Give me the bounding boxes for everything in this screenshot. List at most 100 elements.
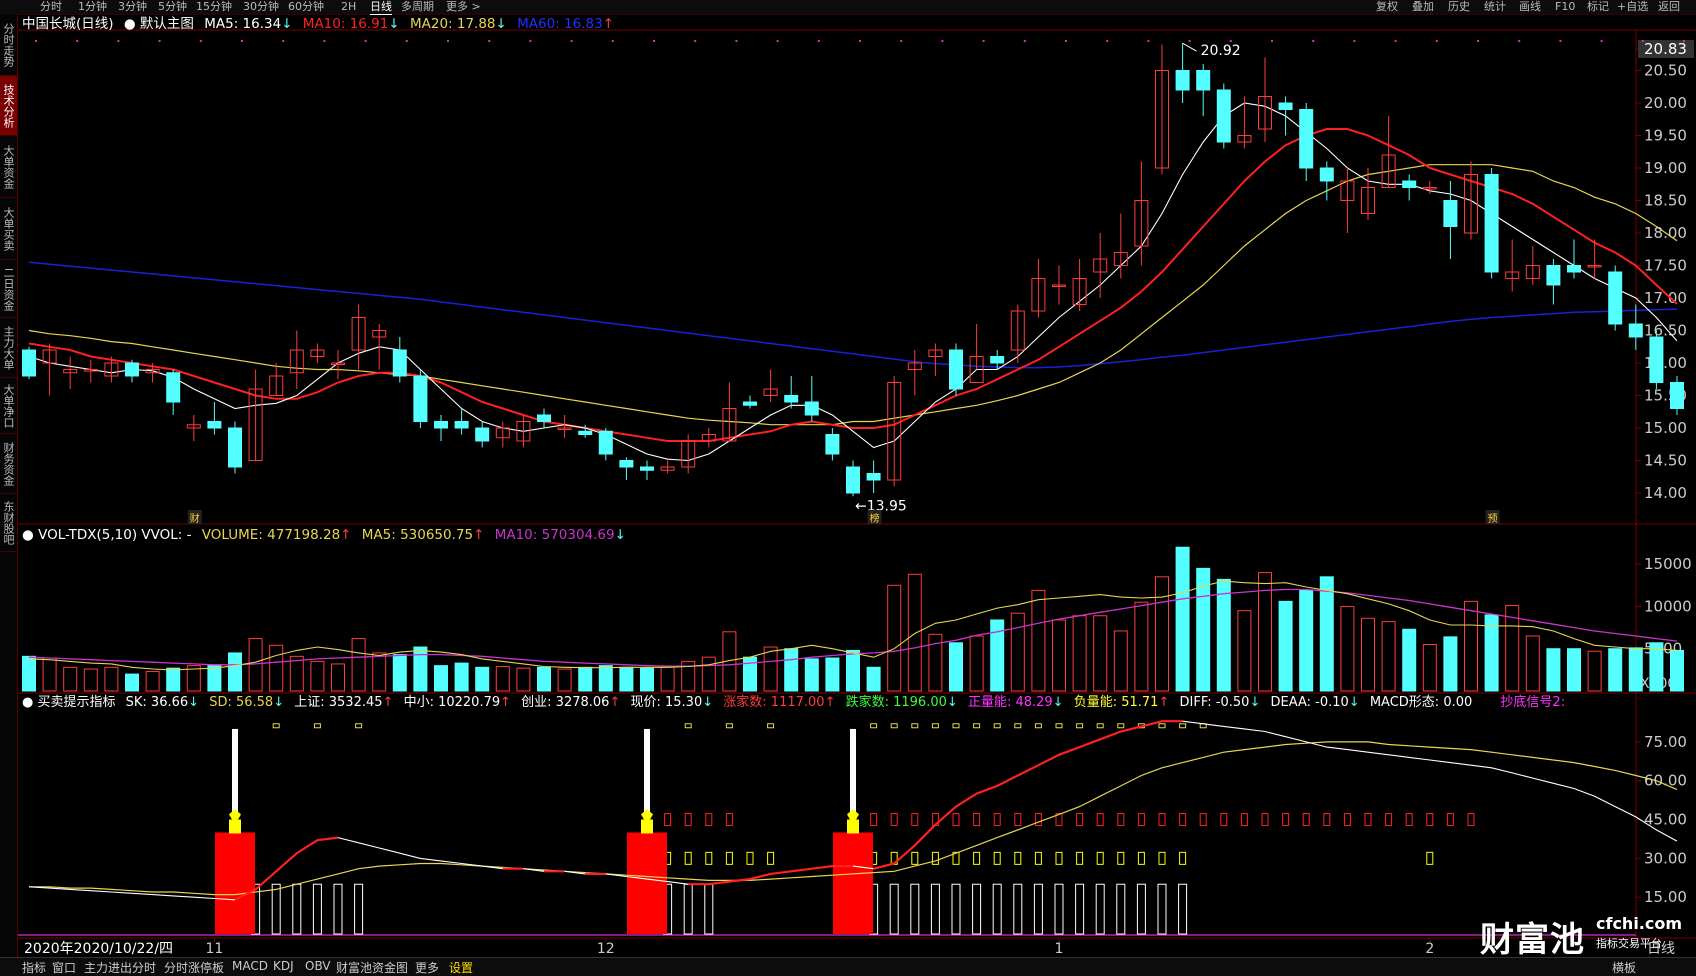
signal-stem (312, 883, 322, 935)
volume-bar-down (228, 652, 242, 692)
y-tick-label: 14.50 (1644, 452, 1687, 470)
marker-dot (241, 40, 243, 42)
signal-stem (1116, 883, 1126, 935)
bottom-tab[interactable]: OBV (305, 959, 331, 973)
marker-dot (1435, 40, 1438, 42)
yellow-signal-box (1034, 851, 1042, 865)
sk-line (28, 886, 236, 901)
ma60-line (28, 261, 1678, 369)
yellow-signal-box (1158, 851, 1166, 865)
bottom-tab[interactable]: MACD (232, 959, 268, 973)
y-tick-label: 20.83 (1644, 40, 1687, 58)
signal-stem (1157, 883, 1167, 935)
template-selector[interactable]: ● 默认主图 (124, 16, 194, 32)
top-dot (973, 723, 981, 729)
bottom-tab[interactable]: KDJ (273, 959, 294, 973)
event-tag-finance: 财 (190, 512, 200, 525)
yellow-signal-box (1076, 851, 1084, 865)
volume-bar-down (1608, 648, 1623, 692)
top-dot (1096, 723, 1104, 729)
top-dot (1117, 723, 1125, 729)
candle-down (392, 349, 407, 377)
vol-tick-label: 10000 (1644, 597, 1692, 615)
red-signal-box (705, 813, 713, 827)
signal-stem (972, 883, 982, 935)
candle-down (434, 421, 448, 429)
marker-dot (694, 40, 697, 42)
volume-bar-down (1628, 647, 1643, 692)
red-signal-box (1364, 813, 1372, 827)
bottom-tab[interactable]: 窗口 (52, 959, 76, 976)
candle-down (784, 395, 799, 403)
red-signal-box (1137, 813, 1145, 827)
red-signal-box (1261, 813, 1269, 827)
volume-bar-up (660, 665, 675, 692)
buy-signal-block (627, 832, 667, 934)
red-signal-box (1302, 813, 1310, 827)
hscroll-toggle[interactable]: 横板 (1612, 959, 1636, 976)
volume-bar-up (1093, 615, 1108, 692)
buy-signal-icon (229, 809, 241, 820)
deaa-value: DEAA: -0.10↓ (1270, 695, 1360, 710)
volume-bar-down (1299, 589, 1314, 692)
candle-down (125, 362, 139, 377)
buy-signal-stem (850, 728, 856, 820)
red-signal-box (1446, 813, 1454, 827)
y-tick-label: 20.00 (1644, 94, 1687, 112)
buy-signal-block (215, 832, 255, 934)
signal-stem (1033, 883, 1043, 935)
buy-signal-cap (847, 819, 859, 834)
marker-dot (1229, 40, 1232, 42)
yellow-signal-box (931, 851, 939, 865)
marker-dot (982, 40, 985, 42)
red-signal-box (1385, 813, 1393, 827)
signal-stem (271, 883, 281, 935)
volume-bar-up (969, 635, 984, 692)
volume-bar-up (1525, 635, 1540, 692)
candle-down (22, 349, 36, 377)
candle-down (413, 375, 428, 422)
marker-dot (488, 40, 491, 42)
ind-tick-label: 75.00 (1644, 733, 1687, 751)
buy-signal-stem (232, 728, 238, 820)
marker-dot (1065, 40, 1067, 42)
stock-name: 中国长城(日线) (22, 16, 114, 32)
top-dot (1076, 723, 1084, 729)
volume-bar-down (166, 667, 181, 692)
candle-down (1670, 382, 1684, 409)
stock-chart: 14.0014.5015.0015.5016.0016.5017.0017.50… (18, 29, 1696, 957)
marker-dot (653, 40, 655, 42)
bottom-tab[interactable]: 主力进出分时 (84, 959, 156, 976)
yellow-signal-box (746, 851, 754, 865)
top-dot (355, 723, 363, 729)
bottom-tab[interactable]: 财富池资金图 (336, 959, 408, 976)
volume-bar-up (1587, 650, 1602, 692)
vol-ma5-value: MA5: 530650.75↑ (361, 527, 485, 543)
candle-down (804, 401, 819, 416)
volume-bar-down (1196, 567, 1211, 692)
bottom-tab[interactable]: 更多 (415, 959, 439, 976)
volume-bar-up (495, 665, 510, 692)
month-label: 12 (597, 941, 615, 957)
volume-bar-down (413, 646, 428, 692)
date-label: 2020年2020/10/22/四 (24, 941, 173, 957)
yellow-signal-box (993, 851, 1001, 865)
candle-down (1175, 70, 1190, 91)
candle-down (640, 466, 654, 471)
bottom-tab[interactable]: 分时涨停板 (164, 959, 224, 976)
signal-stem (1095, 883, 1105, 935)
indicator-header: ● 买卖提示指标 SK: 36.66↓ SD: 56.58↓ 上证: 3532.… (22, 694, 1571, 712)
marker-dot (1106, 40, 1109, 42)
bottom-tab[interactable]: 设置 (449, 959, 473, 976)
signal-stem (292, 883, 302, 935)
ind-tick-label: 30.00 (1644, 849, 1687, 867)
candle-down (1278, 102, 1293, 110)
yellow-signal-box (705, 851, 713, 865)
volume-bar-down (1670, 649, 1684, 692)
candle-down (598, 430, 613, 455)
watermark-brand: 财富池 (1480, 920, 1585, 960)
bottom-tab[interactable]: 指标 (22, 959, 46, 976)
candle-down (1443, 200, 1458, 227)
volume-bar-up (83, 668, 98, 692)
candle-down (825, 434, 840, 455)
